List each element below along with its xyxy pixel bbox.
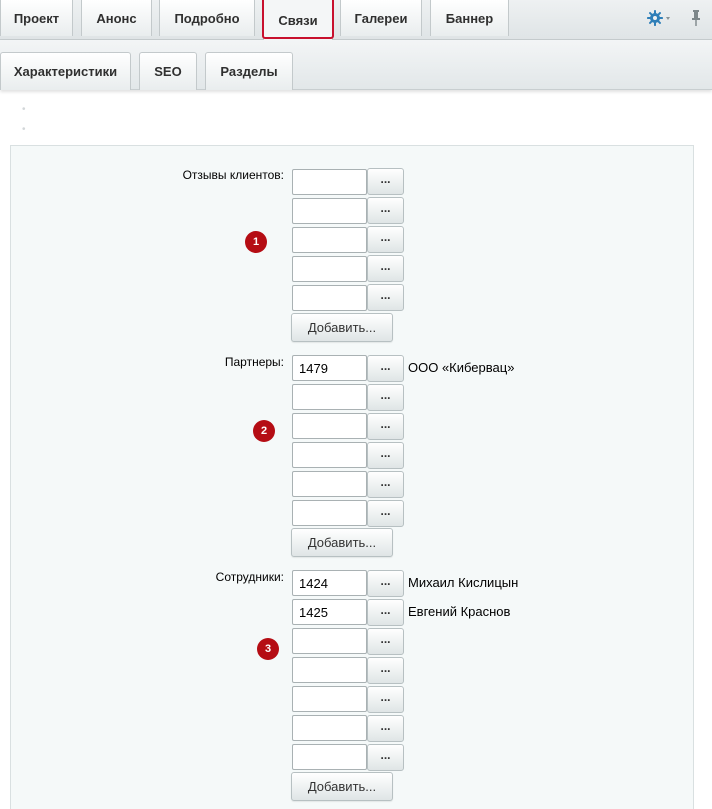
gear-icon (647, 10, 670, 26)
employees-picker-button[interactable]: ... (367, 570, 404, 597)
annotation-badge: 3 (257, 638, 279, 660)
reviews-picker-button[interactable]: ... (367, 197, 404, 224)
tab-label: Анонс (96, 10, 137, 26)
partners-picker-button[interactable]: ... (367, 355, 404, 382)
employees-id-input[interactable] (292, 570, 367, 596)
partners-picker-button[interactable]: ... (367, 500, 404, 527)
annotation-badge: 1 (245, 231, 267, 253)
tab-galleries[interactable]: Галереи (340, 0, 422, 36)
partners-id-input[interactable] (292, 384, 367, 410)
tab-bar: Проект Анонс Подробно Связи Галереи Банн… (0, 0, 712, 40)
employees-id-input[interactable] (292, 599, 367, 625)
employees-id-input[interactable] (292, 628, 367, 654)
partners-picker-button[interactable]: ... (367, 471, 404, 498)
employees-add-button[interactable]: Добавить... (291, 772, 393, 801)
partners-add-button[interactable]: Добавить... (291, 528, 393, 557)
tab-project[interactable]: Проект (0, 0, 73, 36)
employees-id-input[interactable] (292, 715, 367, 741)
tab-label: SEO (154, 64, 182, 79)
group-label-partners: Партнеры: (224, 355, 284, 369)
employees-picker-button[interactable]: ... (367, 657, 404, 684)
pin-glyph (692, 10, 700, 26)
partners-id-input[interactable] (292, 471, 367, 497)
reviews-picker-button[interactable]: ... (367, 168, 404, 195)
subtab-bar: Характеристики SEO Разделы (0, 40, 712, 90)
reviews-id-input[interactable] (292, 285, 367, 311)
employees-picker-button[interactable]: ... (367, 628, 404, 655)
employees-id-input[interactable] (292, 657, 367, 683)
partners-id-input[interactable] (292, 500, 367, 526)
reviews-id-input[interactable] (292, 256, 367, 282)
reviews-id-input[interactable] (292, 198, 367, 224)
partners-id-input[interactable] (292, 413, 367, 439)
reviews-picker-button[interactable]: ... (367, 255, 404, 282)
reviews-id-input[interactable] (292, 169, 367, 195)
group-label-employees: Сотрудники: (215, 570, 284, 584)
reviews-picker-button[interactable]: ... (367, 226, 404, 253)
group-label-reviews: Отзывы клиентов: (182, 168, 284, 182)
tab-label: Характеристики (13, 64, 118, 79)
reviews-add-button[interactable]: Добавить... (291, 313, 393, 342)
tab-characteristics[interactable]: Характеристики (0, 52, 131, 90)
employee-name: Евгений Краснов (408, 604, 511, 619)
tab-label: Подробно (174, 10, 240, 26)
tab-banner[interactable]: Баннер (430, 0, 509, 36)
reviews-id-input[interactable] (292, 227, 367, 253)
separator-dot: • (22, 124, 26, 135)
tab-seo[interactable]: SEO (139, 52, 197, 90)
partner-name: ООО «Кибервац» (408, 360, 515, 375)
tab-label: Связи (278, 12, 318, 28)
partners-picker-button[interactable]: ... (367, 413, 404, 440)
employee-name: Михаил Кислицын (408, 575, 519, 590)
tab-sections[interactable]: Разделы (205, 52, 293, 90)
tab-label: Проект (13, 10, 60, 26)
partners-picker-button[interactable]: ... (367, 384, 404, 411)
employees-picker-button[interactable]: ... (367, 686, 404, 713)
employees-id-input[interactable] (292, 686, 367, 712)
settings-gear-icon[interactable] (647, 8, 671, 28)
tab-label: Галереи (354, 10, 408, 26)
annotation-badge: 2 (253, 420, 275, 442)
reviews-picker-button[interactable]: ... (367, 284, 404, 311)
partners-picker-button[interactable]: ... (367, 442, 404, 469)
partners-id-input[interactable] (292, 442, 367, 468)
tab-announce[interactable]: Анонс (81, 0, 152, 36)
employees-id-input[interactable] (292, 744, 367, 770)
tab-label: Баннер (445, 10, 494, 26)
employees-picker-button[interactable]: ... (367, 715, 404, 742)
separator-dot: • (22, 104, 26, 115)
employees-picker-button[interactable]: ... (367, 599, 404, 626)
tab-label: Разделы (220, 64, 278, 79)
tab-details[interactable]: Подробно (159, 0, 255, 36)
pin-icon[interactable] (689, 8, 703, 28)
employees-picker-button[interactable]: ... (367, 744, 404, 771)
tab-links[interactable]: Связи (263, 0, 333, 40)
partners-id-input[interactable] (292, 355, 367, 381)
